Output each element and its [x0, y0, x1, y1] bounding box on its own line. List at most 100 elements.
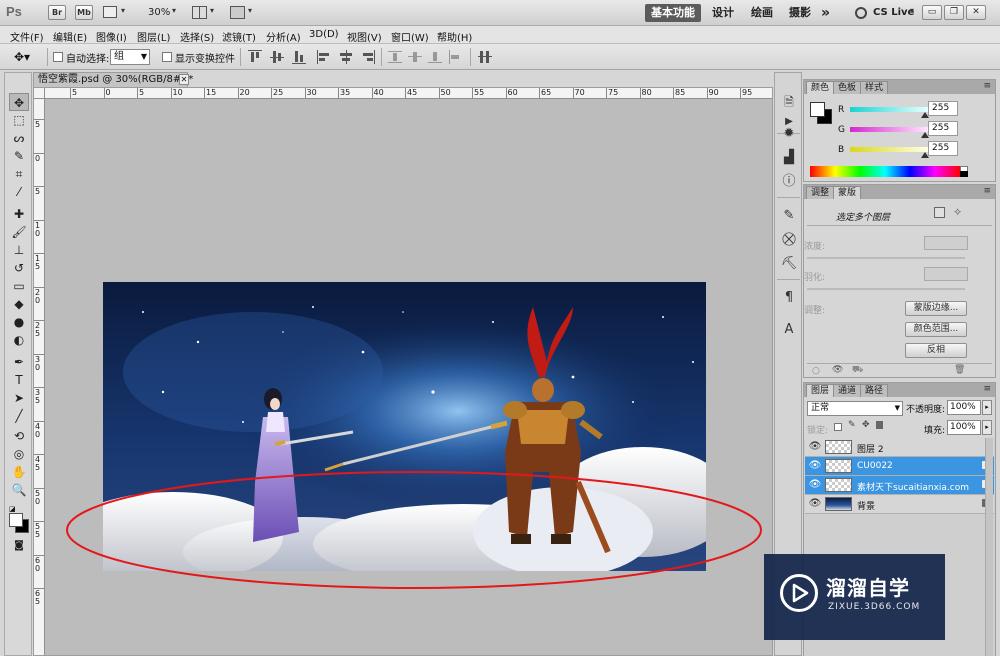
- eraser-tool-icon[interactable]: ▭: [9, 277, 29, 295]
- menu-help[interactable]: 帮助(H): [437, 29, 472, 44]
- vertical-ruler[interactable]: 5 0 5 10 15 20 25 30 35 40 45 50 55 60 65: [34, 99, 45, 655]
- auto-select-checkbox[interactable]: [53, 52, 63, 62]
- distribute-top-icon[interactable]: [388, 50, 402, 64]
- feather-input[interactable]: [924, 267, 968, 281]
- path-selection-tool-icon[interactable]: ➤: [9, 389, 29, 407]
- menu-window[interactable]: 窗口(W): [391, 29, 429, 44]
- align-left-icon[interactable]: [317, 50, 331, 64]
- dodge-tool-icon[interactable]: ◐: [9, 331, 29, 349]
- feather-slider[interactable]: [807, 288, 965, 290]
- zoom-tool-icon[interactable]: 🔍: [9, 481, 29, 499]
- ruler-origin[interactable]: [34, 88, 45, 99]
- panel-menu-icon[interactable]: ≡: [983, 81, 991, 91]
- opacity-input[interactable]: 100%: [947, 400, 981, 415]
- lock-position-icon[interactable]: ✥: [862, 420, 870, 430]
- apply-mask-icon[interactable]: ⛟: [852, 365, 863, 376]
- info-icon[interactable]: ⓘ: [780, 173, 798, 191]
- move-tool-icon[interactable]: ✥: [9, 93, 29, 111]
- workspace-essentials[interactable]: 基本功能: [645, 4, 701, 22]
- tab-layers[interactable]: 图层: [806, 384, 835, 397]
- more-workspaces-button[interactable]: »: [815, 4, 836, 22]
- zoom-level[interactable]: 30%: [148, 7, 170, 18]
- healing-brush-tool-icon[interactable]: ✚: [9, 205, 29, 223]
- line-tool-icon[interactable]: ╱: [9, 407, 29, 425]
- eye-icon[interactable]: 👁: [808, 460, 822, 472]
- workspace-photography[interactable]: 摄影: [783, 4, 817, 22]
- restore-button[interactable]: ❐: [944, 5, 964, 20]
- pixel-mask-icon[interactable]: [934, 207, 945, 218]
- auto-align-layers-icon[interactable]: [478, 50, 492, 64]
- mask-edge-button[interactable]: 蒙版边缘...: [905, 301, 967, 316]
- layer-row[interactable]: 👁 背景: [805, 495, 994, 514]
- lock-image-icon[interactable]: ✎: [848, 420, 856, 430]
- align-bottom-icon[interactable]: [292, 50, 306, 64]
- horizontal-ruler[interactable]: 5 0 5 10 15 20 25 30 35 40 45 50 55 60 65 70 75 80 85 90 95: [45, 88, 772, 99]
- 3d-orbit-tool-icon[interactable]: ◎: [9, 445, 29, 463]
- workspace-design[interactable]: 设计: [706, 4, 740, 22]
- clone-stamp-tool-icon[interactable]: ⊥: [9, 241, 29, 259]
- invert-button[interactable]: 反相: [905, 343, 967, 358]
- layers-scrollbar[interactable]: [985, 438, 993, 656]
- cs-live-icon[interactable]: [855, 7, 867, 19]
- align-vertical-center-icon[interactable]: [270, 50, 284, 64]
- layer-row[interactable]: 👁 图层 2: [805, 438, 994, 457]
- opacity-slider-toggle[interactable]: ▸: [982, 400, 992, 415]
- menu-image[interactable]: 图像(I): [96, 29, 127, 44]
- fill-input[interactable]: 100%: [947, 420, 981, 435]
- menu-3d[interactable]: 3D(D): [309, 29, 339, 40]
- type-tool-icon[interactable]: T: [9, 371, 29, 389]
- eye-icon[interactable]: 👁: [808, 441, 822, 453]
- channel-b-slider[interactable]: [850, 147, 928, 152]
- hand-tool-icon[interactable]: ✋: [9, 463, 29, 481]
- chevron-down-icon[interactable]: ▾: [172, 6, 176, 15]
- default-colors-icon[interactable]: ◪: [9, 505, 17, 513]
- menu-analysis[interactable]: 分析(A): [266, 29, 301, 44]
- lasso-tool-icon[interactable]: ᔕ: [9, 129, 29, 147]
- layer-name[interactable]: 图层 2: [857, 442, 884, 455]
- minimize-button[interactable]: ▭: [922, 5, 942, 20]
- brush-presets-icon[interactable]: ✎: [780, 207, 798, 225]
- density-input[interactable]: [924, 236, 968, 250]
- blur-tool-icon[interactable]: ●: [9, 313, 29, 331]
- lock-all-icon[interactable]: [876, 421, 883, 429]
- tab-color[interactable]: 颜色: [806, 81, 835, 94]
- visibility-icon[interactable]: 👁: [832, 365, 843, 375]
- menu-layer[interactable]: 图层(L): [137, 29, 170, 44]
- align-right-icon[interactable]: [361, 50, 375, 64]
- eye-icon[interactable]: 👁: [808, 498, 822, 510]
- history-icon[interactable]: 🗎: [780, 93, 798, 111]
- channel-g-slider[interactable]: [850, 127, 928, 132]
- layer-name[interactable]: CU0022: [857, 461, 893, 471]
- workspace-painting[interactable]: 绘画: [745, 4, 779, 22]
- brush-tool-icon[interactable]: 🖌: [9, 223, 29, 241]
- layer-name[interactable]: 素材天下sucaitianxia.com: [857, 480, 969, 493]
- panel-menu-icon[interactable]: ≡: [983, 384, 991, 394]
- quick-mask-icon[interactable]: ◙: [9, 537, 29, 555]
- channel-r-slider[interactable]: [850, 107, 928, 112]
- paint-bucket-tool-icon[interactable]: ◆: [9, 295, 29, 313]
- navigator-icon[interactable]: ✹: [780, 125, 798, 143]
- lock-transparent-icon[interactable]: [834, 423, 842, 431]
- eyedropper-tool-icon[interactable]: ⁄: [9, 183, 29, 201]
- tab-styles[interactable]: 样式: [860, 81, 889, 94]
- character-icon[interactable]: A: [780, 321, 798, 339]
- layer-row[interactable]: 👁 素材天下sucaitianxia.com: [805, 476, 994, 495]
- load-selection-icon[interactable]: ○: [812, 366, 820, 376]
- canvas-image[interactable]: [103, 282, 706, 571]
- layer-row[interactable]: 👁 CU0022: [805, 457, 994, 476]
- paragraph-icon[interactable]: ¶: [780, 289, 798, 307]
- delete-mask-icon[interactable]: 🗑: [954, 365, 965, 375]
- vector-mask-icon[interactable]: ⟡: [954, 205, 961, 219]
- bridge-button[interactable]: Br: [48, 5, 66, 20]
- eye-icon[interactable]: 👁: [808, 479, 822, 491]
- mini-bridge-button[interactable]: Mb: [75, 5, 93, 20]
- distribute-bottom-icon[interactable]: [428, 50, 442, 64]
- move-tool-icon[interactable]: ✥▾: [14, 50, 30, 64]
- tab-adjustments[interactable]: 调整: [806, 186, 835, 199]
- auto-select-dropdown[interactable]: 组 ▼: [110, 49, 150, 65]
- chevron-down-icon[interactable]: ▾: [210, 6, 214, 15]
- fill-slider-toggle[interactable]: ▸: [982, 420, 992, 435]
- distribute-left-icon[interactable]: [448, 50, 462, 64]
- density-slider[interactable]: [807, 257, 965, 259]
- tab-paths[interactable]: 路径: [860, 384, 889, 397]
